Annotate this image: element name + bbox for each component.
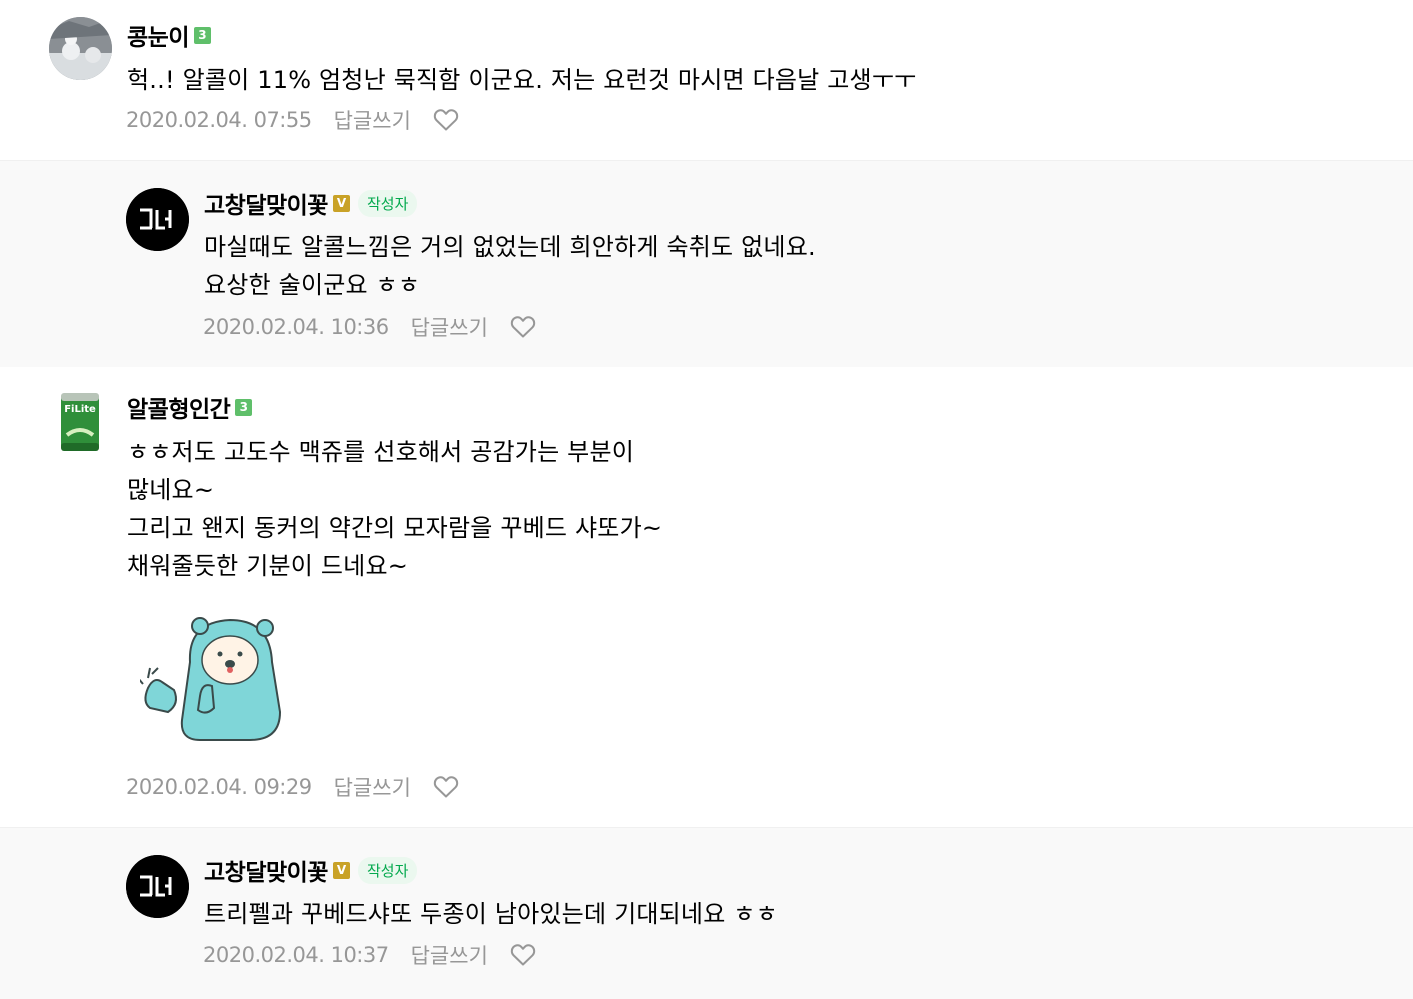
comment-text: 트리펠과 꾸베드샤또 두종이 남아있는데 기대되네요 ㅎㅎ xyxy=(204,900,778,928)
avatar[interactable] xyxy=(49,17,112,80)
avatar-photo xyxy=(49,17,112,80)
comment-date: 2020.02.04. 07:55 xyxy=(126,108,312,132)
comment-text-line: ㅎㅎ저도 고도수 맥쥬를 선호해서 공감가는 부분이 xyxy=(127,438,635,466)
comment-text-line: 채워줄듯한 기분이 드네요~ xyxy=(127,552,409,580)
comment-text-line: 요상한 술이군요 ㅎㅎ xyxy=(204,271,421,299)
avatar-can-image: FiLite xyxy=(49,389,112,455)
reply-comment-item: 고창달맞이꽃 V 작성자 마실때도 알콜느낌은 거의 없었는데 희안하게 숙취도… xyxy=(0,160,1413,367)
comment-text: 헉..! 알콜이 11% 엄청난 묵직함 이군요. 저는 요런것 마시면 다음날… xyxy=(127,66,917,94)
avatar-logo xyxy=(126,855,189,918)
avatar[interactable] xyxy=(126,855,189,918)
bear-sticker xyxy=(137,612,290,747)
level-badge: V xyxy=(332,861,350,879)
author-badge: 작성자 xyxy=(357,189,418,217)
author-badge: 작성자 xyxy=(357,856,418,884)
level-badge: 3 xyxy=(193,26,211,44)
heart-icon[interactable] xyxy=(433,775,459,799)
nickname[interactable]: 콩눈이 xyxy=(127,18,189,52)
nickname[interactable]: 고창달맞이꽃 xyxy=(204,853,328,887)
comment-item: 콩눈이 3 헉..! 알콜이 11% 엄청난 묵직함 이군요. 저는 요런것 마… xyxy=(0,0,1413,160)
avatar[interactable]: FiLite xyxy=(49,389,112,455)
avatar[interactable] xyxy=(126,188,189,251)
nickname[interactable]: 고창달맞이꽃 xyxy=(204,186,328,220)
comment-date: 2020.02.04. 10:37 xyxy=(203,943,389,967)
can-label: FiLite xyxy=(64,404,96,415)
comment-text-line: 많네요~ xyxy=(127,476,215,504)
heart-icon[interactable] xyxy=(510,315,536,339)
comment-text-line: 그리고 왠지 동커의 약간의 모자람을 꾸베드 샤또가~ xyxy=(127,514,663,542)
comment-item: FiLite 알콜형인간 3 ㅎㅎ저도 고도수 맥쥬를 선호해서 공감가는 부분… xyxy=(0,367,1413,827)
reply-button[interactable]: 답글쓰기 xyxy=(411,312,488,342)
heart-icon[interactable] xyxy=(510,943,536,967)
comment-date: 2020.02.04. 09:29 xyxy=(126,775,312,799)
comment-text-line: 마실때도 알콜느낌은 거의 없었는데 희안하게 숙취도 없네요. xyxy=(204,233,816,261)
reply-button[interactable]: 답글쓰기 xyxy=(411,940,488,970)
reply-button[interactable]: 답글쓰기 xyxy=(334,772,411,802)
level-badge: 3 xyxy=(235,398,253,416)
heart-icon[interactable] xyxy=(433,108,459,132)
avatar-logo xyxy=(126,188,189,251)
reply-button[interactable]: 답글쓰기 xyxy=(334,105,411,135)
reply-comment-item: 고창달맞이꽃 V 작성자 트리펠과 꾸베드샤또 두종이 남아있는데 기대되네요 … xyxy=(0,827,1413,999)
level-badge: V xyxy=(332,194,350,212)
comment-date: 2020.02.04. 10:36 xyxy=(203,315,389,339)
nickname[interactable]: 알콜형인간 xyxy=(127,390,231,424)
